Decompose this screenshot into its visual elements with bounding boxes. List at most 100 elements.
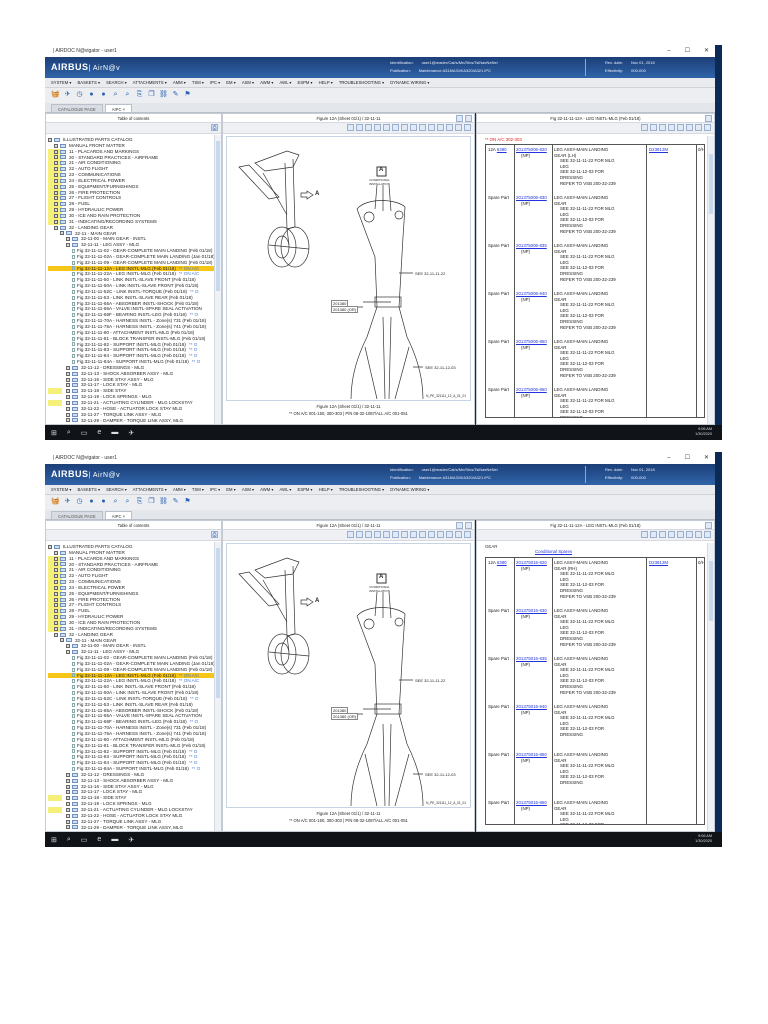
print-icon[interactable]: ⎙ [211,531,218,538]
expand-toggle-icon[interactable] [54,155,58,160]
menu-item[interactable]: DYNAMIC WIRING ▾ [390,485,429,494]
menu-item[interactable]: SYSTEM ▾ [51,78,71,87]
select-icon[interactable] [365,531,372,538]
scroll-thumb[interactable] [216,141,220,291]
menu-item[interactable]: IPC ▾ [210,78,220,87]
close-button[interactable]: ✕ [704,45,709,57]
attachment-icon[interactable]: ⎘ [135,497,144,506]
find-icon[interactable]: ⌕ [123,90,132,99]
expand-toggle-icon[interactable] [66,819,70,824]
expand-toggle-icon[interactable] [54,202,58,207]
part-number-link[interactable]: 201375016-830 [516,608,547,614]
conditional-spares-link[interactable]: Conditional Spares [535,549,572,554]
part-number-link[interactable]: 201375006-850 [516,339,547,345]
expand-toggle-icon[interactable] [66,790,70,795]
expand-toggle-icon[interactable] [54,172,58,177]
menu-item[interactable]: DYNAMIC WIRING ▾ [390,78,429,87]
fit-icon[interactable] [347,124,354,131]
basket-icon[interactable]: 🧺 [51,90,60,99]
copy-icon[interactable] [704,531,711,538]
expand-toggle-icon[interactable] [66,772,70,777]
expand-toggle-icon[interactable] [54,562,58,567]
tab-catalogue-page[interactable]: CATALOGUE PAGE [51,104,103,112]
menu-item[interactable]: BASKETS ▾ [77,485,100,494]
select-icon[interactable] [365,124,372,131]
zoom-box-icon[interactable] [410,124,417,131]
menu-item[interactable]: SYSTEM ▾ [51,485,71,494]
scroll-thumb[interactable] [216,548,220,698]
menu-item[interactable]: AMM ▾ [173,485,186,494]
menu-item[interactable]: SEARCH ▾ [106,78,127,87]
maximize-icon[interactable] [456,522,463,529]
expand-toggle-icon[interactable] [66,418,70,423]
search-button[interactable]: ⌕ [67,836,71,844]
expand-toggle-icon[interactable] [54,190,58,195]
task-view-button[interactable]: ▭ [81,836,88,844]
last-page-icon[interactable] [686,124,693,131]
reference-link[interactable]: D23812M [649,560,668,566]
menu-item[interactable]: TROUBLESHOOTING ▾ [339,485,384,494]
filter-icon[interactable] [641,531,648,538]
print-icon[interactable] [374,531,381,538]
search-icon[interactable]: ⌕ [111,497,120,506]
menu-item[interactable]: TSM ▾ [192,485,204,494]
export-icon[interactable] [695,531,702,538]
menu-item[interactable]: AWM ▾ [260,78,273,87]
forward-icon[interactable]: ● [99,497,108,506]
expand-toggle-icon[interactable] [66,807,70,812]
expand-toggle-icon[interactable] [66,365,70,370]
expand-toggle-icon[interactable] [66,377,70,382]
toc-scrollbar[interactable] [214,135,221,424]
expand-toggle-icon[interactable] [66,825,70,830]
close-button[interactable]: ✕ [704,452,709,464]
scroll-thumb[interactable] [709,561,713,621]
tree-item[interactable]: 32-11-43 - HARNESS - MLG SYSTEMS, 98, 3M [48,830,214,831]
print-icon[interactable] [650,124,657,131]
menu-item[interactable]: ATTACHMENTS ▾ [133,78,167,87]
zoom-fit-icon[interactable] [455,531,462,538]
close-icon[interactable] [419,124,426,131]
aircraft-icon[interactable]: ✈ [63,90,72,99]
maximize-button[interactable]: ☐ [685,45,690,57]
pin-icon[interactable]: ✎ [171,90,180,99]
copy-icon[interactable] [704,124,711,131]
expand-toggle-icon[interactable] [54,161,58,166]
find-icon[interactable] [401,531,408,538]
pan-icon[interactable] [356,124,363,131]
find-icon[interactable] [401,124,408,131]
expand-toggle-icon[interactable] [66,400,70,405]
expand-toggle-icon[interactable] [54,568,58,573]
edge-icon[interactable]: e [97,429,101,436]
zoom-box-icon[interactable] [410,531,417,538]
link-icon[interactable]: ⛓ [159,497,168,506]
part-number-link[interactable]: 201375016-840 [516,704,547,710]
expand-toggle-icon[interactable] [54,574,58,579]
part-number-link[interactable]: 201375016-860 [516,800,547,806]
expand-toggle-icon[interactable] [48,544,52,549]
part-number-link[interactable]: 201375016-835 [516,656,547,662]
expand-toggle-icon[interactable] [54,219,58,224]
expand-toggle-icon[interactable] [54,579,58,584]
menu-item[interactable]: AWM ▾ [260,485,273,494]
tab-aipc[interactable]: AIPC × [104,104,133,112]
export-icon[interactable] [695,124,702,131]
expand-icon[interactable] [705,115,712,122]
zoom-out-icon[interactable] [446,124,453,131]
print-icon[interactable] [465,522,472,529]
expand-toggle-icon[interactable] [54,550,58,555]
expand-toggle-icon[interactable] [66,796,70,801]
menu-item[interactable]: SEARCH ▾ [106,485,127,494]
zoom-out-icon[interactable] [446,531,453,538]
expand-toggle-icon[interactable] [54,591,58,596]
search-button[interactable]: ⌕ [67,429,71,437]
toc-scrollbar[interactable] [214,542,221,831]
copy-icon[interactable]: ❐ [147,497,156,506]
menu-item[interactable]: HELP ▾ [319,485,333,494]
menu-item[interactable]: AWL ▾ [280,485,292,494]
copy-icon[interactable]: ❐ [147,90,156,99]
menu-item[interactable]: TROUBLESHOOTING ▾ [339,78,384,87]
attachment-icon[interactable]: ⎘ [135,90,144,99]
expand-toggle-icon[interactable] [66,371,70,376]
expand-toggle-icon[interactable] [66,412,70,417]
next-page-icon[interactable] [677,531,684,538]
